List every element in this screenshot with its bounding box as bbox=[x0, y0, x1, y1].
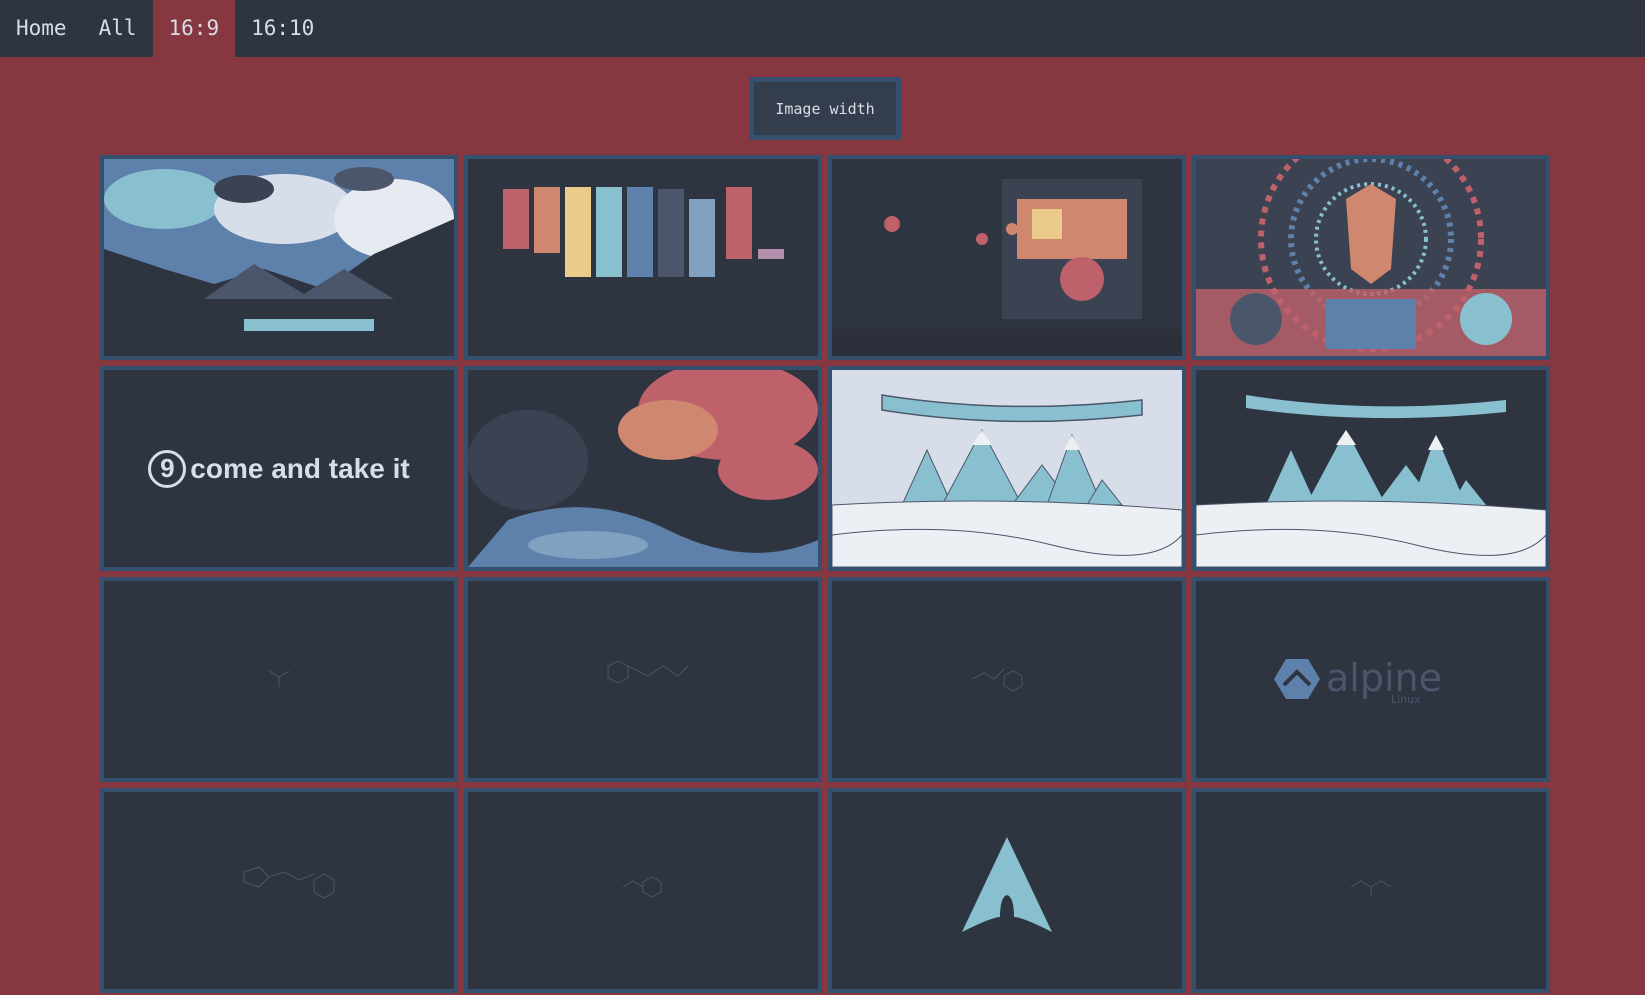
wallpaper-tile-arch-linux[interactable] bbox=[828, 788, 1186, 993]
alpine-logo-text: alpine bbox=[1326, 656, 1442, 700]
wallpaper-tile-molecule-phenethylamine[interactable] bbox=[464, 788, 822, 993]
raccoon-stall-image bbox=[832, 159, 1182, 356]
arch-linux-logo bbox=[832, 792, 1182, 989]
molecule-image bbox=[468, 792, 818, 989]
wallpaper-tile-autumn-forest[interactable] bbox=[464, 366, 822, 571]
wallpaper-tile-molecule-chain[interactable] bbox=[464, 577, 822, 782]
wallpaper-tile-alpine-linux[interactable]: alpine Linux bbox=[1192, 577, 1550, 782]
sunset-strips-image bbox=[468, 159, 818, 356]
mountain-lake-image bbox=[104, 159, 454, 356]
wolf-dj-image bbox=[1196, 159, 1546, 356]
come-and-take-it-text: come and take it bbox=[190, 452, 410, 484]
nav-tab-16-10[interactable]: 16:10 bbox=[235, 0, 330, 57]
wallpaper-tile-mountain-lake[interactable] bbox=[100, 155, 458, 360]
wallpaper-tile-sunset-strips[interactable] bbox=[464, 155, 822, 360]
wallpaper-tile-molecule-amoxicillin[interactable] bbox=[100, 788, 458, 993]
nav-tab-16-9[interactable]: 16:9 bbox=[152, 0, 236, 57]
come-and-take-it-image: 9 come and take it bbox=[104, 370, 454, 567]
top-nav: Home All 16:9 16:10 bbox=[0, 0, 1645, 57]
wallpaper-tile-wolf-dj[interactable] bbox=[1192, 155, 1550, 360]
nine-circle-icon: 9 bbox=[148, 449, 187, 488]
alpine-linux-logo: alpine Linux bbox=[1196, 581, 1546, 778]
image-width-button[interactable]: Image width bbox=[749, 77, 901, 140]
wallpaper-tile-come-and-take-it[interactable]: 9 come and take it bbox=[100, 366, 458, 571]
molecule-image bbox=[468, 581, 818, 778]
wallpaper-tile-molecule-amino-acid[interactable] bbox=[1192, 788, 1550, 993]
wallpaper-tile-molecule-small[interactable] bbox=[100, 577, 458, 782]
molecule-image bbox=[832, 581, 1182, 778]
alpine-logo-subtext: Linux bbox=[1391, 693, 1421, 706]
wallpaper-grid: 9 come and take it alpine Linux bbox=[100, 155, 1550, 993]
molecule-image bbox=[104, 792, 454, 989]
molecule-image bbox=[1196, 792, 1546, 989]
wallpaper-tile-raccoon-stall[interactable] bbox=[828, 155, 1186, 360]
aurora-dark-image bbox=[1196, 370, 1546, 567]
nav-tab-home[interactable]: Home bbox=[0, 0, 83, 57]
wallpaper-tile-aurora-dark[interactable] bbox=[1192, 366, 1550, 571]
wallpaper-tile-aurora-light[interactable] bbox=[828, 366, 1186, 571]
wallpaper-tile-molecule-dopamine[interactable] bbox=[828, 577, 1186, 782]
autumn-forest-image bbox=[468, 370, 818, 567]
aurora-light-image bbox=[832, 370, 1182, 567]
molecule-image bbox=[104, 581, 454, 778]
nav-tab-all[interactable]: All bbox=[83, 0, 153, 57]
